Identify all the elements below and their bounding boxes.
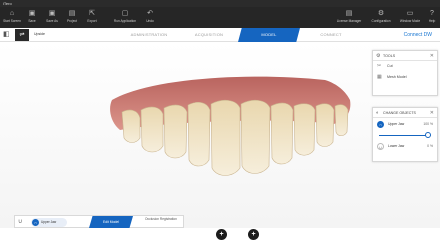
window-mode-button[interactable]: ▭ Window Mode — [396, 9, 424, 27]
change-objects-header: ◐ CHANGE OBJECTS ✕ — [373, 108, 437, 118]
tools-panel-title: TOOLS — [383, 54, 396, 58]
window-title: iTero — [3, 1, 12, 6]
tool-mesh-label: Mesh Model — [387, 75, 407, 79]
upper-jaw-icon: ∩ — [32, 219, 39, 226]
edit-model-step[interactable]: Edit Model — [89, 216, 133, 228]
active-object-label: Upper Jaw — [41, 220, 57, 224]
objects-icon: ◐ — [376, 110, 380, 116]
undo-icon: ↶ — [147, 10, 153, 17]
upper-jaw-icon: ∩ — [377, 121, 384, 128]
bottom-bar: ∪ ∩ Upper Jaw Edit Model Occlusion Regis… — [0, 215, 440, 241]
connect-dw-link[interactable]: Connect DW — [404, 28, 432, 42]
start-screen-button[interactable]: ⌂ Start Screen — [2, 9, 22, 27]
home-icon: ⌂ — [9, 10, 15, 17]
window-title-bar: iTero — [0, 0, 440, 7]
occlusion-registration-step[interactable]: Occlusion Registration — [139, 217, 183, 221]
patient-name: Upside — [34, 32, 45, 36]
save-as-icon: ▣ — [48, 10, 56, 17]
upper-jaw-opacity: 100 % — [423, 122, 433, 126]
tab-model[interactable]: MODEL — [238, 28, 300, 42]
workflow-home-button[interactable]: ⇌ — [15, 29, 29, 41]
bottom-object-strip: ∪ ∩ Upper Jaw Edit Model Occlusion Regis… — [14, 215, 184, 228]
license-icon: ▤ — [345, 10, 353, 17]
export-button[interactable]: ⇱ Export — [82, 9, 102, 27]
tab-connect[interactable]: CONNECT — [300, 28, 362, 42]
project-icon: ▤ — [68, 10, 76, 17]
scissors-icon: ✂ — [377, 63, 382, 69]
add-button[interactable]: + — [216, 229, 227, 240]
lower-jaw-icon[interactable]: ∪ — [18, 216, 22, 229]
slider-fill — [379, 135, 429, 136]
license-manager-button[interactable]: ▤ License Manager — [334, 9, 364, 27]
slider-thumb[interactable] — [425, 132, 432, 138]
export-icon: ⇱ — [89, 10, 95, 17]
tool-mesh-model[interactable]: ▦ Mesh Model — [373, 72, 437, 83]
change-objects-panel: ◐ CHANGE OBJECTS ✕ ∩ Upper Jaw 100 % ∪ L… — [372, 107, 438, 162]
object-upper-jaw[interactable]: ∩ Upper Jaw 100 % — [373, 118, 437, 131]
tools-panel-header: ⚙ TOOLS ✕ — [373, 51, 437, 61]
workflow-bar: ◧ ⇌ Upside ADMINISTRATION ACQUISITION MO… — [0, 28, 440, 42]
lower-jaw-opacity: 0 % — [427, 144, 433, 148]
gear-icon: ⚙ — [377, 10, 385, 17]
run-application-button[interactable]: ▢ Run Application — [108, 9, 142, 27]
help-button[interactable]: ? Help — [424, 9, 440, 27]
object-lower-jaw[interactable]: ∪ Lower Jaw 0 % — [373, 140, 437, 153]
help-icon: ? — [430, 10, 434, 17]
tools-icon: ⚙ — [376, 53, 381, 59]
save-as-button[interactable]: ▣ Save As — [42, 9, 62, 27]
tool-cut-label: Cut — [387, 64, 393, 68]
undo-button[interactable]: ↶ Undo — [140, 9, 160, 27]
lower-jaw-label: Lower Jaw — [388, 144, 405, 148]
tab-administration[interactable]: ADMINISTRATION — [118, 28, 180, 42]
save-icon: ▣ — [28, 10, 36, 17]
close-icon[interactable]: ✕ — [430, 51, 434, 61]
lower-jaw-icon: ∪ — [377, 143, 384, 150]
upper-jaw-label: Upper Jaw — [388, 122, 405, 126]
active-object-chip[interactable]: ∩ Upper Jaw — [31, 218, 67, 227]
workflow-icon: ⇌ — [19, 32, 25, 38]
add-button[interactable]: + — [248, 229, 259, 240]
save-button[interactable]: ▣ Save — [22, 9, 42, 27]
configuration-button[interactable]: ⚙ Configuration — [366, 9, 396, 27]
tool-cut[interactable]: ✂ Cut — [373, 61, 437, 72]
main-toolbar: ⌂ Start Screen ▣ Save ▣ Save As ▤ Project ⇱ E… — [0, 7, 440, 28]
plus-icon: + — [251, 231, 256, 238]
window-icon: ▭ — [406, 10, 414, 17]
app-logo-icon: ◧ — [3, 31, 10, 38]
project-button[interactable]: ▤ Project — [62, 9, 82, 27]
plus-icon: + — [219, 231, 224, 238]
tools-panel: ⚙ TOOLS ✕ ✂ Cut ▦ Mesh Model — [372, 50, 438, 96]
opacity-slider[interactable] — [377, 131, 433, 140]
run-icon: ▢ — [121, 10, 129, 17]
close-icon[interactable]: ✕ — [430, 108, 434, 118]
mesh-icon: ▦ — [377, 74, 382, 80]
tab-acquisition[interactable]: ACQUISITION — [178, 28, 240, 42]
change-objects-title: CHANGE OBJECTS — [383, 111, 416, 115]
